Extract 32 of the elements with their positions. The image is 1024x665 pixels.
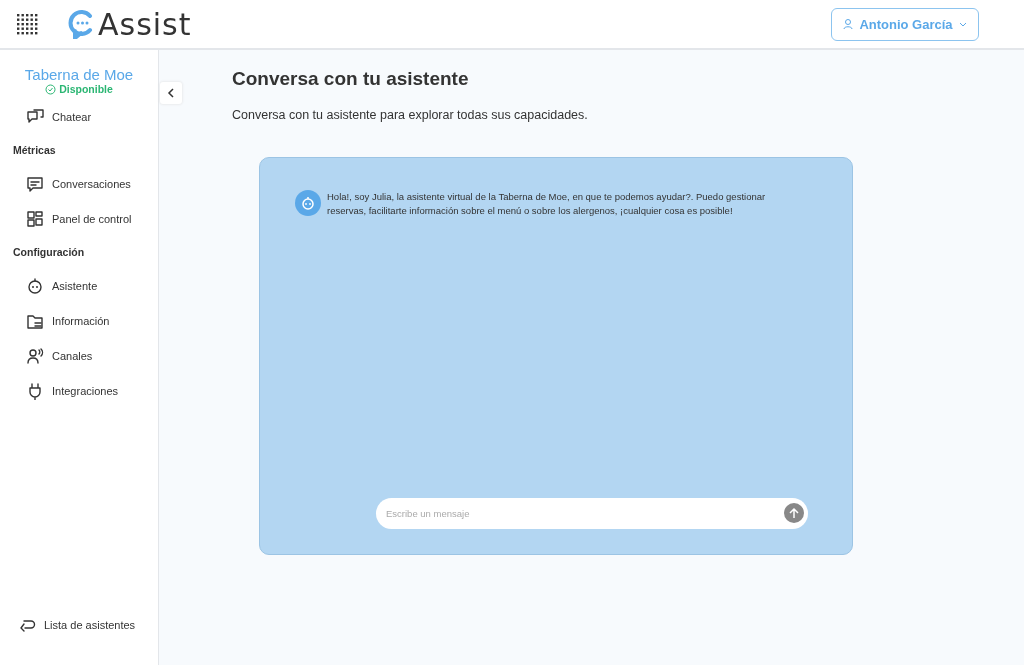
nav-item[interactable]: Integraciones — [52, 384, 119, 397]
nav-item[interactable]: Canales — [52, 349, 93, 362]
page-title: Conversa con tu asistente — [232, 68, 470, 90]
logo-icon — [68, 9, 94, 39]
robot-icon — [26, 276, 44, 295]
return-arrow-icon — [20, 618, 36, 632]
arrow-up-icon — [788, 507, 800, 519]
check-circle-icon — [45, 83, 57, 95]
page-subtitle: Conversa con tu asistente para explorar todas sus capacidades. — [232, 108, 589, 122]
nav-item[interactable]: Información — [52, 314, 110, 327]
section-heading: Métricas — [12, 143, 57, 158]
message-icon — [26, 174, 44, 193]
section-heading: Configuración — [12, 245, 86, 260]
dashboard-icon — [26, 209, 44, 228]
apps-grid-icon[interactable] — [16, 13, 38, 35]
user-icon — [843, 18, 854, 30]
nav-item[interactable]: Asistente — [52, 279, 98, 292]
chevron-down-icon — [958, 21, 967, 27]
nav-item[interactable]: Chatear — [52, 110, 92, 123]
chat-message: Hola!, soy Julia, la asistente virtual de la Taberna de Moe, en que te podemos ayudar?. Puedo gestionar reservas, facilitarte información sobre el menú o sobre los alergenos, ¡cualquier cosa es posible! — [327, 190, 767, 218]
nav-item[interactable]: Conversaciones — [52, 177, 131, 190]
chevron-left-icon — [167, 88, 175, 98]
robot-avatar-icon — [295, 190, 321, 216]
message-input[interactable]: Escribe un mensaje — [376, 498, 808, 529]
nav-link[interactable]: Lista de asistentes — [44, 619, 136, 631]
plug-icon — [26, 381, 44, 400]
nav-item[interactable]: Panel de control — [52, 212, 132, 225]
status-label: Disponible — [59, 83, 113, 95]
logo-text: Assist — [98, 6, 192, 42]
user-voice-icon — [26, 346, 44, 365]
collapse-button[interactable] — [160, 82, 182, 104]
business-name: Taberna de Moe — [23, 66, 135, 83]
